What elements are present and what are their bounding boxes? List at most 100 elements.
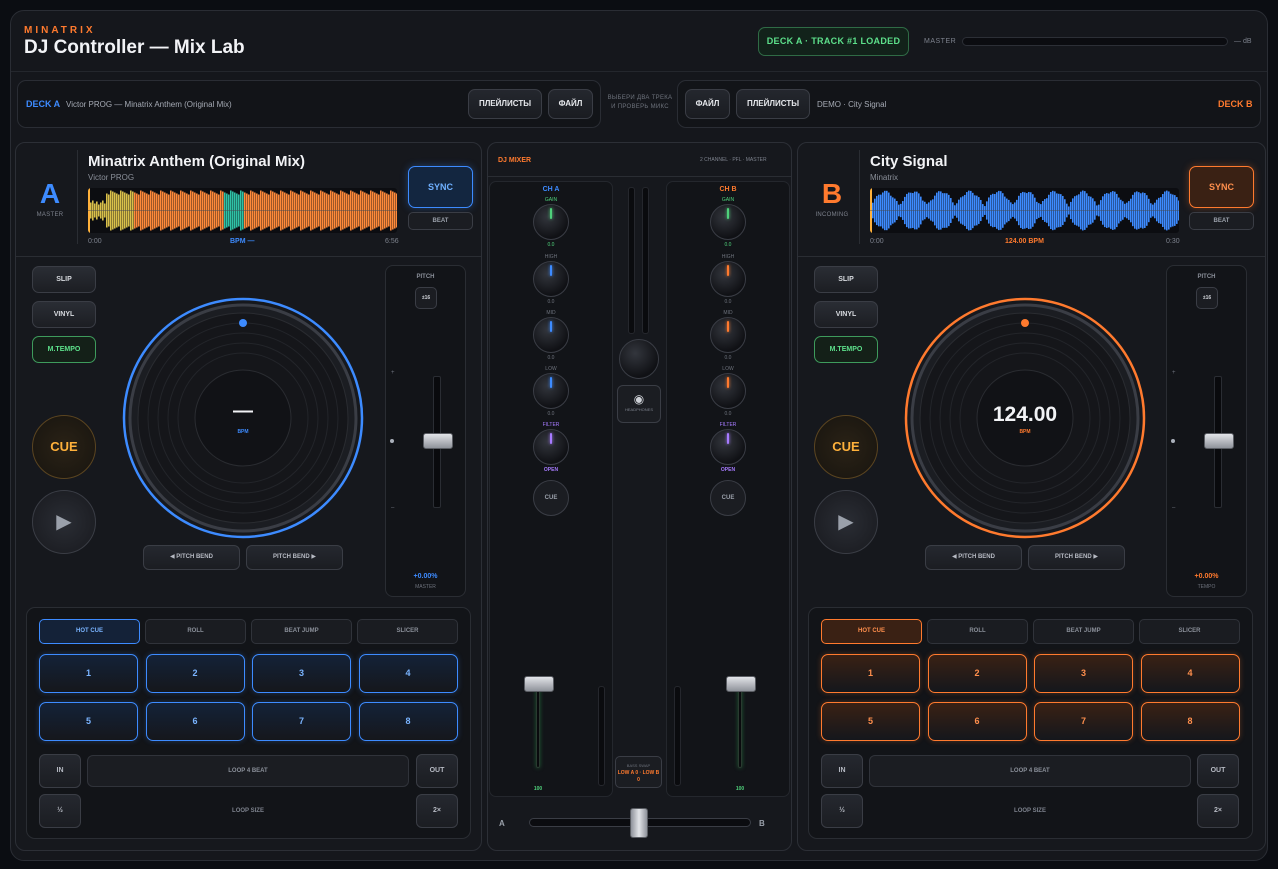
deck-a-beat-button[interactable]: BEAT (408, 212, 473, 230)
ch-a-high-knob[interactable] (533, 261, 569, 297)
deck-b-mtempo-button[interactable]: M.TEMPO (814, 336, 878, 363)
deck-a-loop-out-button[interactable]: OUT (416, 754, 458, 788)
deck-a-pad-mode-1[interactable]: HOT CUE (39, 619, 140, 644)
deck-b-pad-2[interactable]: 2 (927, 654, 1027, 693)
deck-b-pitch-bend-down[interactable]: ◀ PITCH BEND (925, 545, 1022, 570)
ch-a-filter-knob[interactable] (533, 429, 569, 465)
deck-b-pad-8[interactable]: 8 (1140, 702, 1240, 741)
ch-b-filter-knob[interactable] (710, 429, 746, 465)
ch-b-low-knob[interactable] (710, 373, 746, 409)
deck-a-mtempo-button[interactable]: M.TEMPO (32, 336, 96, 363)
crossfader-handle[interactable] (630, 808, 648, 838)
deck-a-loop-bar[interactable]: LOOP 4 BEAT (87, 755, 409, 787)
deck-b-slip-button[interactable]: SLIP (814, 266, 878, 293)
deck-b-pitch-panel (1166, 265, 1247, 597)
deck-a-play-button[interactable]: ▶ (32, 490, 96, 554)
ch-b-high-knob[interactable] (710, 261, 746, 297)
deck-b-pad-1[interactable]: 1 (821, 654, 920, 693)
deck-b-loop-half-button[interactable]: ½ (821, 794, 863, 828)
deck-a-pad-mode-4[interactable]: SLICER (357, 619, 458, 644)
deck-b-beat-button[interactable]: BEAT (1189, 212, 1254, 230)
deck-b-pad-6[interactable]: 6 (927, 702, 1027, 741)
ch-a-gain-knob[interactable] (533, 204, 569, 240)
deck-b-time-elapsed: 0:00 (870, 238, 884, 245)
ch-a-filter-label: FILTER (542, 422, 560, 428)
deck-a-pitch-bend-down[interactable]: ◀ PITCH BEND (143, 545, 240, 570)
deck-a-loop-in-button[interactable]: IN (39, 754, 81, 788)
ch-b-volume-fader[interactable] (726, 676, 756, 692)
deck-a-loop-double-button[interactable]: 2× (416, 794, 458, 828)
deck-b-pitch-fader[interactable] (1204, 433, 1234, 449)
deck-b-loop-bar[interactable]: LOOP 4 BEAT (869, 755, 1191, 787)
deck-b-pad-3[interactable]: 3 (1034, 654, 1133, 693)
deck-b-pitch-range-button[interactable]: ±16 (1196, 287, 1218, 309)
deck-a-playlists-button[interactable]: ПЛЕЙЛИСТЫ (468, 89, 542, 119)
deck-b-track-title: City Signal (870, 153, 948, 170)
deck-a-vinyl-button[interactable]: VINYL (32, 301, 96, 328)
deck-b-vinyl-button[interactable]: VINYL (814, 301, 878, 328)
ch-b-low-value: 0.0 (724, 411, 732, 417)
deck-a-pad-8[interactable]: 8 (358, 702, 458, 741)
headphones-button[interactable]: ◉ HEADPHONES (617, 385, 661, 423)
deck-a-pad-1[interactable]: 1 (39, 654, 138, 693)
master-volume-knob[interactable] (619, 339, 659, 379)
deck-a-waveform[interactable] (88, 188, 397, 233)
deck-b-pitch-plus: + (1172, 370, 1176, 376)
deck-a-file-button[interactable]: ФАЙЛ (548, 89, 593, 119)
master-level-meter (962, 37, 1228, 46)
ch-b-cue-button[interactable]: CUE (710, 480, 746, 516)
deck-b-pad-5[interactable]: 5 (821, 702, 920, 741)
deck-a-pad-3[interactable]: 3 (252, 654, 351, 693)
deck-a-pad-6[interactable]: 6 (145, 702, 245, 741)
deck-b-pad-4[interactable]: 4 (1140, 654, 1240, 693)
deck-b-loop-double-button[interactable]: 2× (1197, 794, 1239, 828)
deck-a-pitch-fader[interactable] (423, 433, 453, 449)
deck-b-waveform[interactable] (870, 188, 1179, 233)
deck-a-pad-4[interactable]: 4 (358, 654, 458, 693)
ch-a-mid-indicator (550, 321, 552, 332)
ch-b-gain-knob[interactable] (710, 204, 746, 240)
deck-a-pad-mode-3[interactable]: BEAT JUMP (251, 619, 352, 644)
ch-b-gain-indicator (727, 208, 729, 219)
ch-a-volume-fader[interactable] (524, 676, 554, 692)
deck-b-role: INCOMING (815, 212, 849, 218)
deck-b-pitch-bend-up[interactable]: PITCH BEND ▶ (1028, 545, 1125, 570)
deck-b-pad-mode-1[interactable]: HOT CUE (821, 619, 922, 644)
deck-b-file-button[interactable]: ФАЙЛ (685, 89, 730, 119)
deck-b-loop-in-button[interactable]: IN (821, 754, 863, 788)
deck-b-playlists-button[interactable]: ПЛЕЙЛИСТЫ (736, 89, 810, 119)
ch-b-mid-knob[interactable] (710, 317, 746, 353)
deck-a-pitch-minus: – (391, 505, 395, 511)
deck-b-pad-mode-4[interactable]: SLICER (1139, 619, 1240, 644)
ch-b-mid-label: MID (723, 310, 733, 316)
deck-b-cue-button[interactable]: CUE (814, 415, 878, 479)
ch-a-low-knob[interactable] (533, 373, 569, 409)
ch-a-cue-button[interactable]: CUE (533, 480, 569, 516)
deck-a-pad-2[interactable]: 2 (145, 654, 245, 693)
deck-b-loop-out-button[interactable]: OUT (1197, 754, 1239, 788)
ch-a-mid-knob[interactable] (533, 317, 569, 353)
deck-a-loop-half-button[interactable]: ½ (39, 794, 81, 828)
deck-a-sync-button[interactable]: SYNC (408, 166, 473, 208)
deck-b-pad-7[interactable]: 7 (1034, 702, 1133, 741)
deck-b-play-button[interactable]: ▶ (814, 490, 878, 554)
deck-a-loaded-track: Victor PROG — Minatrix Anthem (Original … (66, 100, 232, 109)
bass-swap-button[interactable]: BASS SWAP LOW A 0 · LOW B 0 (615, 756, 662, 788)
deck-a-pad-5[interactable]: 5 (39, 702, 138, 741)
deck-a-cue-button[interactable]: CUE (32, 415, 96, 479)
deck-a-pitch-range-button[interactable]: ±16 (415, 287, 437, 309)
deck-b-pitch-sub: TEMPO (1197, 584, 1216, 590)
deck-b-pad-mode-2[interactable]: ROLL (927, 619, 1028, 644)
headphones-label: HEADPHONES (624, 407, 653, 412)
deck-a-slip-button[interactable]: SLIP (32, 266, 96, 293)
deck-a-pad-mode-2[interactable]: ROLL (145, 619, 246, 644)
deck-b-pad-mode-3[interactable]: BEAT JUMP (1033, 619, 1134, 644)
deck-a-pad-7[interactable]: 7 (252, 702, 351, 741)
deck-b-platter[interactable]: 124.00 BPM (902, 295, 1148, 541)
deck-a-pitch-bend-up[interactable]: PITCH BEND ▶ (246, 545, 343, 570)
deck-a-platter[interactable]: — BPM (120, 295, 366, 541)
ch-b-fader-value: 100 (735, 786, 745, 792)
ch-b-low-label: LOW (722, 366, 734, 372)
ch-a-label: CH A (542, 186, 560, 193)
deck-b-sync-button[interactable]: SYNC (1189, 166, 1254, 208)
